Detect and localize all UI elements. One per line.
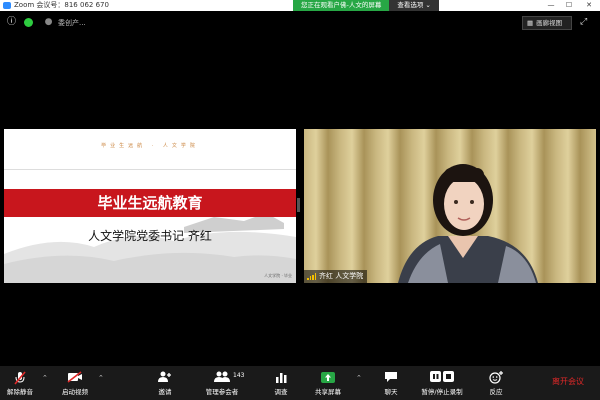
start-video-button[interactable]: 启动视频 — [56, 366, 94, 400]
video-options-chevron-up-icon[interactable]: ⌃ — [98, 374, 104, 382]
recording-icon: ● — [44, 17, 53, 27]
audio-options-chevron-up-icon[interactable]: ⌃ — [42, 374, 48, 382]
shared-screen: 毕业生远航 · 人文学院 毕业生远航教育 人文学院党委书记 齐红 人文学院 · … — [4, 129, 296, 283]
unmute-label: 解除静音 — [7, 388, 33, 396]
unmute-button[interactable]: 解除静音 — [2, 366, 38, 400]
muted-microphone-icon — [2, 371, 38, 385]
share-screen-icon — [310, 371, 346, 385]
fullscreen-icon[interactable]: ⤢ — [580, 17, 591, 28]
chat-label: 聊天 — [384, 388, 398, 396]
smiley-add-icon — [484, 371, 508, 385]
reactions-label: 反应 — [489, 388, 503, 396]
meeting-topic: 委创产... — [58, 19, 86, 27]
slide-subtitle: 人文学院党委书记 齐红 — [88, 229, 212, 243]
signal-strength-icon — [307, 273, 316, 280]
info-icon[interactable]: ⓘ — [6, 17, 17, 28]
slide-divider — [4, 169, 296, 170]
video-off-icon — [56, 371, 94, 385]
speaker-name: 齐红 人文学院 — [319, 272, 364, 280]
invite-label: 邀请 — [158, 388, 172, 396]
slide-header-text: 毕业生远航 · 人文学院 — [101, 143, 199, 149]
top-bar: ⓘ ● 委创产... ▦ 画廊视图 ⤢ — [0, 11, 600, 35]
share-banner-text: 您正在观看户佛-人文的屏幕 — [293, 0, 390, 11]
slide-title: 毕业生远航教育 — [97, 194, 203, 212]
leave-meeting-button[interactable]: 离开会议 — [552, 376, 584, 387]
speaker-name-tag: 齐红 人文学院 — [304, 270, 368, 283]
pause-stop-recording-label: 暂停/停止录制 — [421, 388, 463, 396]
pane-splitter-handle[interactable] — [297, 198, 300, 212]
invite-button[interactable]: 邀请 — [150, 366, 180, 400]
gallery-view-label: 画廊视图 — [536, 19, 563, 27]
participants-count-badge: 143 — [233, 372, 245, 379]
share-options-chevron-up-icon[interactable]: ⌃ — [356, 374, 362, 382]
zoom-window: Zoom 会议号：816 062 670 — ☐ ✕ 您正在观看户佛-人文的屏幕… — [0, 0, 600, 400]
share-screen-label: 共享屏幕 — [315, 388, 341, 396]
polling-button[interactable]: 调查 — [268, 366, 294, 400]
share-screen-button[interactable]: 共享屏幕 — [310, 366, 346, 400]
meeting-toolbar: 解除静音 ⌃ 启动视频 ⌃ 邀请 管理参会者 143 调查 共享屏幕 ⌃ 聊天 … — [0, 366, 600, 400]
speaker-figure — [398, 164, 538, 283]
share-banner: 您正在观看户佛-人文的屏幕 查看选项 ⌄ — [293, 0, 439, 11]
view-options-button[interactable]: 查看选项 ⌄ — [389, 0, 439, 11]
bar-chart-icon — [268, 371, 294, 385]
pause-stop-icon — [416, 371, 468, 385]
close-button[interactable]: ✕ — [582, 0, 596, 11]
gallery-view-button[interactable]: ▦ 画廊视图 — [522, 16, 572, 30]
polling-label: 调查 — [274, 388, 288, 396]
chat-bubble-icon — [378, 371, 404, 385]
minimize-button[interactable]: — — [544, 0, 558, 11]
chat-button[interactable]: 聊天 — [378, 366, 404, 400]
security-shield-icon[interactable] — [24, 18, 33, 27]
manage-participants-label: 管理参会者 — [205, 388, 239, 396]
window-title: Zoom 会议号：816 062 670 — [14, 1, 109, 9]
add-person-icon — [150, 371, 180, 385]
grid-icon: ▦ — [527, 19, 534, 27]
slide-footer: 人文学院 · 毕业 — [264, 273, 292, 278]
reactions-button[interactable]: 反应 — [484, 366, 508, 400]
pause-stop-recording-button[interactable]: 暂停/停止录制 — [416, 366, 468, 400]
maximize-button[interactable]: ☐ — [562, 0, 576, 11]
start-video-label: 启动视频 — [62, 388, 88, 396]
zoom-logo-icon — [3, 2, 11, 9]
